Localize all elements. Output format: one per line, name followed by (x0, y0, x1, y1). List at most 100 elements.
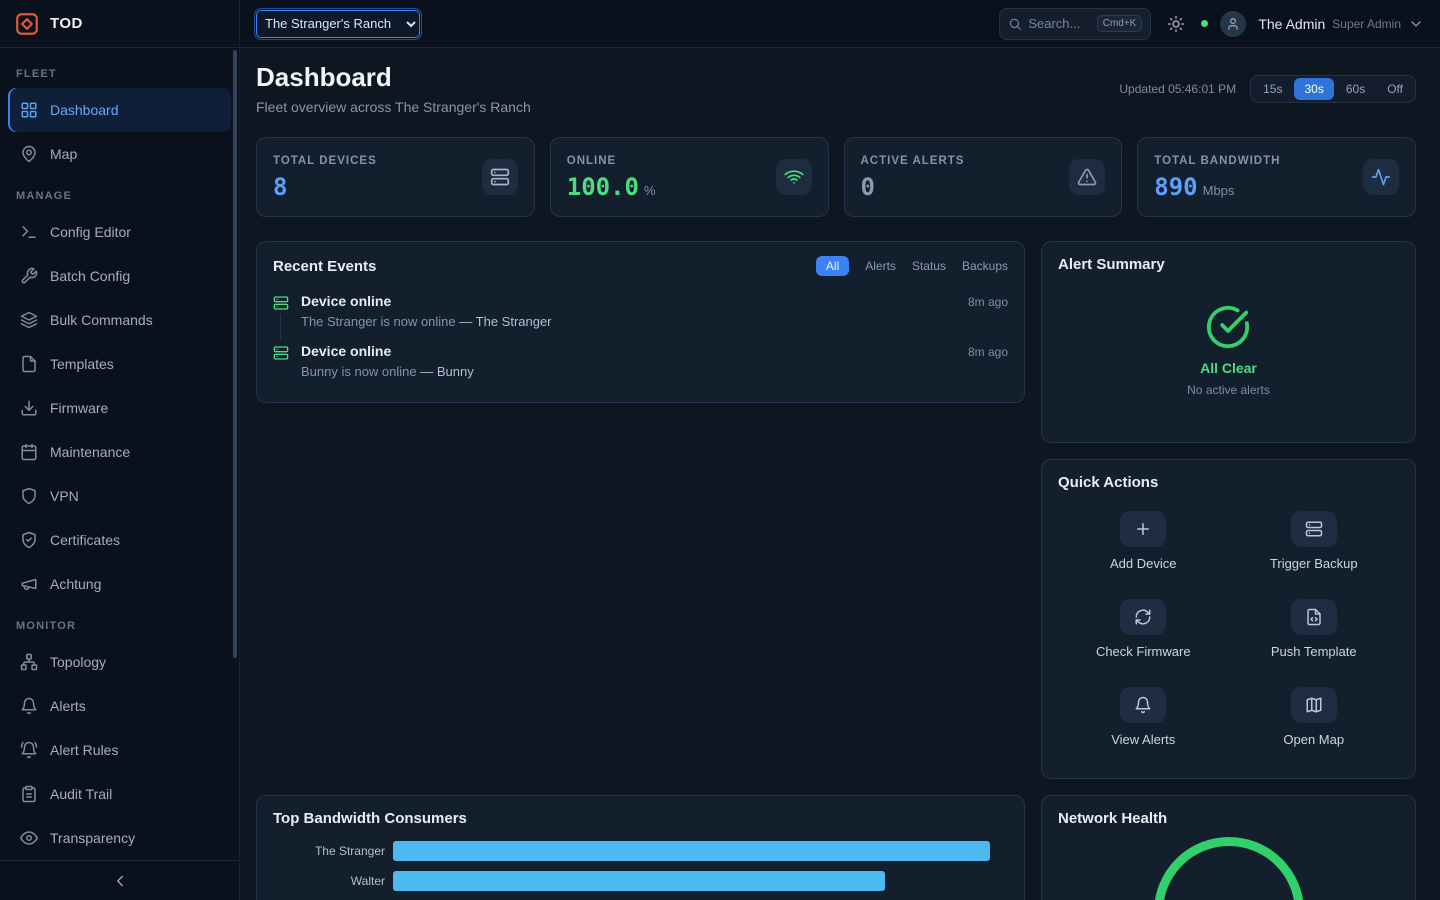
sidebar-item-maintenance[interactable]: Maintenance (8, 430, 231, 474)
event-time: 8m ago (968, 345, 1008, 379)
sidebar-item-label: Topology (50, 654, 106, 670)
sidebar-item-alert-rules[interactable]: Alert Rules (8, 728, 231, 772)
refresh-icon (1120, 599, 1166, 635)
sidebar-collapse-button[interactable] (0, 860, 239, 900)
quick-actions-grid: Add Device Trigger Backup Check Firmware… (1058, 511, 1399, 747)
sidebar-item-firmware[interactable]: Firmware (8, 386, 231, 430)
stat-unit: Mbps (1203, 183, 1235, 198)
quick-action-check-firmware[interactable]: Check Firmware (1096, 599, 1191, 659)
activity-icon (1363, 159, 1399, 195)
sidebar-item-label: Alerts (50, 698, 86, 714)
search-input[interactable] (1028, 16, 1090, 31)
network-health-title: Network Health (1058, 810, 1399, 827)
refresh-60s-button[interactable]: 60s (1336, 78, 1375, 100)
bandwidth-chart: The Stranger Walter (273, 841, 1008, 891)
server-icon (273, 295, 289, 311)
event-list: Device online The Stranger is now online… (273, 288, 1008, 388)
sidebar-item-alerts[interactable]: Alerts (8, 684, 231, 728)
sidebar-item-label: Audit Trail (50, 786, 112, 802)
quick-action-open-map[interactable]: Open Map (1283, 687, 1344, 747)
user-menu[interactable]: The Admin Super Admin (1258, 16, 1424, 32)
chevron-down-icon (1408, 16, 1424, 32)
quick-action-view-alerts[interactable]: View Alerts (1111, 687, 1175, 747)
connection-status-dot (1201, 20, 1208, 27)
stat-total-bandwidth: TOTAL BANDWIDTH 890 Mbps (1137, 137, 1416, 217)
server-icon (1291, 511, 1337, 547)
stat-value: 890 (1154, 175, 1197, 199)
stat-total-devices: TOTAL DEVICES 8 (256, 137, 535, 217)
sidebar-item-config-editor[interactable]: Config Editor (8, 210, 231, 254)
sidebar-item-certificates[interactable]: Certificates (8, 518, 231, 562)
alert-summary-detail: No active alerts (1187, 383, 1270, 397)
main-area: The Stranger's Ranch Cmd+K The Admin Sup… (240, 0, 1440, 900)
refresh-off-button[interactable]: Off (1377, 78, 1413, 100)
filter-alerts[interactable]: Alerts (865, 256, 896, 276)
wrench-icon (20, 267, 38, 285)
sidebar-item-dashboard[interactable]: Dashboard (8, 88, 231, 132)
sidebar-section-manage: MANAGE (16, 190, 223, 202)
stat-label: TOTAL DEVICES (273, 155, 377, 167)
recent-events-card: Recent Events All Alerts Status Backups … (256, 241, 1025, 403)
sidebar-item-vpn[interactable]: VPN (8, 474, 231, 518)
updated-timestamp: Updated 05:46:01 PM (1119, 82, 1236, 96)
quick-actions-title: Quick Actions (1058, 474, 1399, 491)
sidebar-item-topology[interactable]: Topology (8, 640, 231, 684)
sidebar-item-transparency[interactable]: Transparency (8, 816, 231, 860)
bandwidth-bar (393, 871, 885, 891)
sidebar-item-bulk-commands[interactable]: Bulk Commands (8, 298, 231, 342)
sidebar-scrollbar[interactable] (233, 50, 237, 658)
alert-summary-card: Alert Summary All Clear No active alerts (1041, 241, 1416, 443)
page-title: Dashboard (256, 62, 531, 93)
event-row[interactable]: Device online The Stranger is now online… (273, 288, 1008, 338)
bell-icon (1120, 687, 1166, 723)
sidebar-item-label: Alert Rules (50, 742, 118, 758)
file-icon (20, 355, 38, 373)
event-row[interactable]: Device online Bunny is now online — Bunn… (273, 338, 1008, 388)
sun-icon (1167, 15, 1185, 33)
quick-action-add-device[interactable]: Add Device (1110, 511, 1176, 571)
search-shortcut-badge: Cmd+K (1097, 15, 1143, 32)
dashboard-grid: Recent Events All Alerts Status Backups … (256, 241, 1416, 900)
event-title: Device online (301, 293, 956, 309)
filter-all[interactable]: All (816, 256, 849, 276)
sidebar-item-achtung[interactable]: Achtung (8, 562, 231, 606)
server-icon (273, 345, 289, 361)
search-box[interactable]: Cmd+K (999, 8, 1151, 40)
network-icon (20, 653, 38, 671)
sidebar-item-label: Config Editor (50, 224, 131, 240)
layers-icon (20, 311, 38, 329)
bandwidth-bar (393, 841, 990, 861)
chevron-left-icon (111, 872, 129, 890)
refresh-15s-button[interactable]: 15s (1253, 78, 1292, 100)
refresh-30s-button[interactable]: 30s (1294, 78, 1333, 100)
avatar (1220, 11, 1246, 37)
stat-value: 100.0 (567, 175, 639, 199)
sidebar-item-audit-trail[interactable]: Audit Trail (8, 772, 231, 816)
sidebar: TOD FLEET Dashboard Map MANAGE Config Ed… (0, 0, 240, 900)
theme-toggle-button[interactable] (1163, 11, 1189, 37)
sidebar-nav: FLEET Dashboard Map MANAGE Config Editor… (0, 48, 239, 860)
user-name: The Admin (1258, 16, 1325, 32)
filter-status[interactable]: Status (912, 256, 946, 276)
page-header: Dashboard Fleet overview across The Stra… (256, 62, 1416, 115)
brand-logo-icon (14, 11, 40, 37)
quick-action-trigger-backup[interactable]: Trigger Backup (1270, 511, 1358, 571)
shield-icon (20, 487, 38, 505)
calendar-icon (20, 443, 38, 461)
filter-backups[interactable]: Backups (962, 256, 1008, 276)
fleet-selector[interactable]: The Stranger's Ranch (256, 10, 420, 38)
map-icon (1291, 687, 1337, 723)
brand-name: TOD (50, 15, 83, 32)
sidebar-item-batch-config[interactable]: Batch Config (8, 254, 231, 298)
sidebar-item-templates[interactable]: Templates (8, 342, 231, 386)
sidebar-item-label: Firmware (50, 400, 108, 416)
sidebar-item-label: Certificates (50, 532, 120, 548)
bandwidth-device-label: The Stranger (273, 844, 385, 858)
sidebar-item-map[interactable]: Map (8, 132, 231, 176)
bell-ring-icon (20, 741, 38, 759)
quick-action-push-template[interactable]: Push Template (1271, 599, 1357, 659)
stat-active-alerts: ACTIVE ALERTS 0 (844, 137, 1123, 217)
sidebar-item-label: Map (50, 146, 77, 162)
sidebar-section-monitor: MONITOR (16, 620, 223, 632)
refresh-interval-control: 15s 30s 60s Off (1250, 75, 1416, 103)
